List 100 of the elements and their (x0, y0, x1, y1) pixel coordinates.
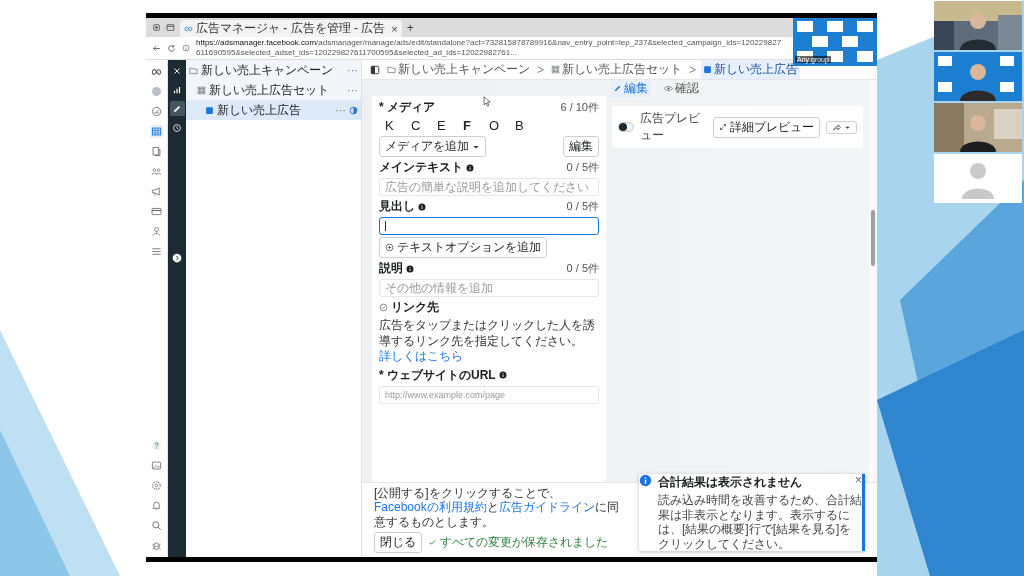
folder-icon (387, 65, 396, 74)
saved-status: すべての変更が保存されました (440, 534, 608, 551)
tree-item-label: 新しい売上広告セット (209, 81, 330, 99)
tree-item[interactable]: 新しい売上キャンペーン ··· (186, 60, 361, 80)
character-count: 6 / 10件 (560, 100, 599, 115)
tab-title: 広告マネージャ - 広告を管理 - 広告 (196, 20, 386, 37)
search-icon[interactable] (151, 520, 162, 531)
pencil-icon (613, 83, 622, 93)
preview-toggle[interactable] (618, 122, 634, 132)
megaphone-icon[interactable] (151, 186, 162, 197)
media-thumbnail[interactable]: F (463, 118, 489, 134)
terms-link[interactable]: 広告ガイドライン (498, 500, 595, 515)
breadcrumb-separator: > (689, 62, 697, 77)
eye-icon (664, 83, 673, 93)
edit-button[interactable]: 編集 (563, 136, 599, 157)
more-button[interactable]: ··· (335, 104, 346, 116)
field-label: 説明 (379, 260, 403, 277)
more-button[interactable]: ··· (347, 84, 358, 96)
field-label: * メディア (379, 99, 435, 116)
grid-squares-icon (197, 85, 206, 95)
notification-text: 読み込み時間を改善するため、合計結果は非表示となります。表示するには、[結果の概要]行で[結果を見る]をクリックしてください。 (658, 493, 862, 551)
terms-link[interactable]: Facebookの利用規約 (374, 500, 487, 515)
sidebar-toggle-icon[interactable] (370, 64, 380, 75)
field-label: メインテキスト (379, 159, 463, 176)
bell-icon[interactable] (151, 500, 162, 511)
section-title: リンク先 (391, 299, 439, 316)
media-thumbnail[interactable]: O (489, 118, 515, 134)
person-icon[interactable] (151, 226, 162, 237)
section-description: 広告をタップまたはクリックした人を誘導するリンク先を指定してください。 詳しくはこちら (379, 318, 596, 365)
terms-notice: [公開する]をクリックすることで、 Facebookの利用規約 と広告ガイドラインに同意するものとします。 (374, 485, 620, 529)
gauge-icon[interactable] (151, 106, 162, 117)
menu-icon[interactable] (151, 246, 162, 257)
media-thumbnail[interactable]: C (411, 118, 437, 134)
pages-icon[interactable] (151, 146, 162, 157)
clock-icon (172, 122, 182, 133)
media-thumbnail[interactable]: E (437, 118, 463, 134)
credit-card-icon[interactable] (151, 206, 162, 217)
info-icon (498, 371, 507, 380)
detail-preview-button[interactable]: 詳細プレビュー (713, 116, 820, 138)
grid-squares-icon (551, 65, 560, 74)
tab-actions-icon[interactable] (152, 23, 161, 32)
add-text-option-button[interactable]: テキストオプションを追加 (379, 237, 547, 258)
info-icon (406, 264, 414, 273)
address-field[interactable]: https://adsmanager.facebook.com/adsmanager/manage/ads/edit/standalone?act=732815878789916&nav_entry_point=lep_237&selected_campaign_ids=120229827611690595&selected_adset_ids=120229827611700595&selected_ad_ids=12022982761... (196, 38, 785, 58)
folder-icon (189, 65, 198, 75)
bar-chart-icon (172, 84, 182, 95)
share-button[interactable] (826, 120, 857, 134)
breadcrumb-link[interactable]: 新しい売上広告セット (549, 60, 684, 79)
pencil-icon (172, 103, 182, 114)
new-tab-button[interactable]: + (406, 21, 414, 34)
close-button[interactable]: 閉じる (374, 532, 422, 553)
tab-close-button[interactable]: × (391, 22, 398, 35)
plus-circle-icon (385, 243, 394, 252)
table-grid-icon[interactable] (151, 126, 162, 137)
square-icon (205, 105, 214, 115)
info-icon[interactable] (182, 44, 190, 52)
infinity-logo-icon[interactable] (151, 66, 162, 77)
bug-icon[interactable] (151, 540, 162, 551)
field-label: 見出し (379, 198, 415, 215)
preview-label: 広告プレビュー (640, 110, 701, 144)
expand-handle-icon[interactable] (172, 253, 182, 263)
info-icon (418, 202, 426, 211)
tree-item-label: 新しい売上広告 (217, 101, 302, 119)
tree-item[interactable]: 新しい売上広告セット ··· (186, 80, 361, 100)
character-count: 0 / 5件 (566, 160, 599, 175)
settings-icon[interactable] (151, 480, 162, 491)
tool-button[interactable] (169, 101, 185, 116)
check-icon (428, 538, 437, 547)
breadcrumb-link[interactable]: 新しい売上キャンペーン (385, 60, 532, 79)
infinity-logo-icon (184, 24, 193, 33)
expand-arrows-icon (719, 123, 727, 131)
tree-item-label: 新しい売上キャンペーン (201, 61, 334, 79)
mode-tab[interactable]: 確認 (661, 79, 702, 97)
character-count: 0 / 5件 (566, 199, 599, 214)
scrollbar[interactable] (869, 80, 877, 482)
check-circle-icon (379, 303, 388, 312)
account-avatar-icon[interactable] (151, 86, 162, 97)
input-field[interactable] (379, 217, 599, 235)
image-icon[interactable] (151, 460, 162, 471)
notification-title: 合計結果は表示されません (658, 474, 803, 492)
learn-more-link[interactable]: 詳しくはこちら (379, 349, 463, 364)
browser-tab[interactable]: 広告マネージャ - 広告を管理 - 広告 × (180, 20, 402, 37)
close-icon (172, 65, 182, 76)
media-thumbnail[interactable]: B (515, 118, 541, 134)
reload-icon[interactable] (167, 43, 176, 53)
more-button[interactable]: ··· (347, 64, 358, 76)
breadcrumb-separator: > (537, 62, 544, 77)
half-circle-icon (349, 105, 358, 115)
info-icon (466, 163, 474, 172)
character-count: 0 / 5件 (566, 261, 599, 276)
avatar-icon (962, 163, 994, 199)
back-arrow-icon[interactable] (152, 43, 161, 53)
people-icon[interactable] (151, 166, 162, 177)
add-media-button[interactable]: メディアを追加 (379, 136, 486, 157)
tree-item[interactable]: 新しい売上広告 ··· (186, 100, 361, 120)
help-icon[interactable] (151, 440, 162, 451)
media-thumbnail[interactable]: K (385, 118, 411, 134)
tab-list-icon[interactable] (166, 23, 175, 32)
share-icon (832, 122, 841, 132)
close-button[interactable]: × (855, 474, 862, 487)
